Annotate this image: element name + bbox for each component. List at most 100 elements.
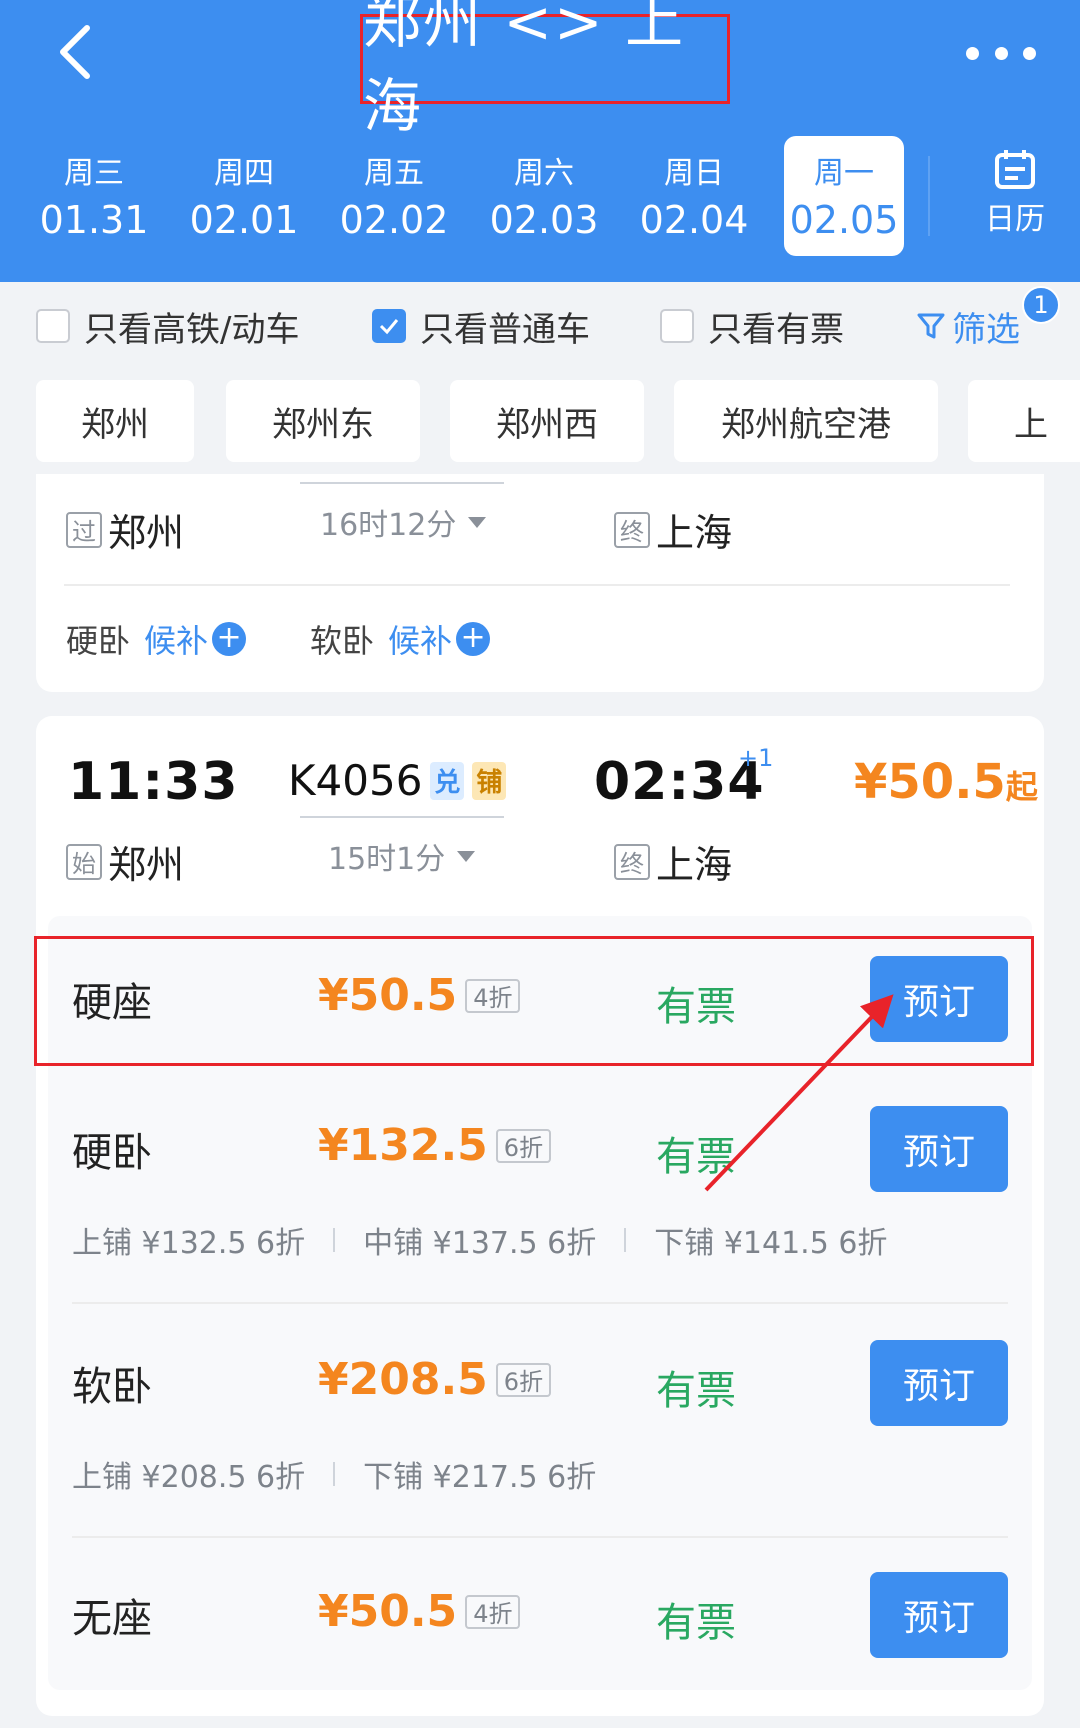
date-tab[interactable]: 周三 01.31	[34, 136, 154, 256]
seat-name: 硬卧	[72, 1130, 152, 1176]
seat-row: 无座 ¥50.5 4折 有票 预订	[48, 1572, 1032, 1672]
train-number[interactable]: K4056 兑 铺	[288, 756, 507, 805]
divider	[624, 1228, 627, 1252]
to-station: 终 上海	[614, 502, 732, 557]
station-chip[interactable]: 郑州东	[226, 380, 420, 462]
back-button[interactable]	[40, 22, 110, 82]
station-chip[interactable]: 郑州西	[450, 380, 644, 462]
from-station-name: 郑州	[108, 511, 185, 555]
seat-price: ¥132.5 6折	[318, 1120, 552, 1171]
date-weekday: 周六	[514, 156, 574, 191]
checkbox-label: 只看高铁/动车	[84, 309, 300, 350]
date-tab[interactable]: 周日 02.04	[634, 136, 754, 256]
seat-price-value: ¥208.5	[318, 1354, 488, 1405]
calendar-label: 日历	[985, 202, 1045, 237]
filter-icon	[917, 313, 945, 339]
waitlist-link[interactable]: 候补	[388, 616, 452, 662]
to-station-name: 上海	[656, 843, 733, 887]
divider	[333, 1228, 336, 1252]
filter-count-badge: 1	[1022, 286, 1060, 324]
from-station: 始 郑州	[66, 834, 184, 889]
berth-prices: 上铺 ¥132.5 6折 中铺 ¥137.5 6折 下铺 ¥141.5 6折	[72, 1218, 887, 1262]
date-value: 02.04	[639, 198, 749, 242]
price-suffix: 起	[1005, 768, 1038, 806]
berth-tag: 铺	[472, 761, 507, 800]
date-value: 01.31	[39, 198, 149, 242]
dot-icon	[1023, 46, 1036, 60]
filter-label: 筛选	[952, 309, 1020, 350]
plus-circle-icon[interactable]: +	[456, 622, 491, 656]
book-button[interactable]: 预订	[870, 1572, 1008, 1658]
date-tab[interactable]: 周六 02.03	[484, 136, 604, 256]
date-weekday: 周四	[214, 156, 274, 191]
train-card[interactable]: 过 郑州 16时12分 终 上海 硬卧 候补 + 软卧 候补 +	[36, 474, 1044, 692]
lowest-price: ¥50.5起	[854, 754, 1038, 810]
date-tab-selected[interactable]: 周一 02.05	[784, 136, 904, 256]
discount-tag: 6折	[495, 1128, 552, 1163]
waitlist-link[interactable]: 候补	[144, 616, 208, 662]
book-button[interactable]: 预订	[870, 1340, 1008, 1426]
discount-tag: 4折	[465, 1594, 521, 1629]
waitlist-item: 软卧 候补 +	[310, 616, 491, 662]
ticket-status: 有票	[656, 1368, 736, 1414]
checkbox-checked-icon	[372, 309, 406, 343]
route-title: 郑州 <> 上海	[360, 0, 730, 140]
date-tab[interactable]: 周四 02.01	[184, 136, 304, 256]
origin-tag: 始	[66, 843, 102, 880]
seat-price-value: ¥132.5	[318, 1120, 488, 1171]
station-chips: 郑州 郑州东 郑州西 郑州航空港 上	[0, 380, 1080, 462]
route-line	[300, 816, 504, 818]
date-weekday: 周五	[364, 156, 424, 191]
pass-tag: 过	[66, 511, 102, 548]
highlight-box	[34, 936, 1034, 1066]
seat-type: 软卧	[310, 622, 375, 660]
caret-down-icon	[468, 516, 487, 528]
seat-name: 软卧	[72, 1364, 152, 1410]
seat-price: ¥50.5 4折	[318, 1586, 521, 1637]
berth-price: 中铺 ¥137.5 6折	[363, 1226, 597, 1261]
book-button[interactable]: 预订	[870, 1106, 1008, 1192]
from-station: 过 郑州	[66, 502, 184, 557]
station-chip[interactable]: 郑州航空港	[674, 380, 938, 462]
seat-price-value: ¥50.5	[318, 1586, 458, 1637]
date-value: 02.03	[489, 198, 599, 242]
duration[interactable]: 16时12分	[320, 500, 487, 544]
to-station: 终 上海	[614, 834, 732, 889]
filter-bar: 只看高铁/动车 只看普通车 只看有票 筛选	[0, 282, 1080, 366]
filter-button[interactable]: 筛选	[916, 304, 1020, 350]
date-weekday: 周日	[664, 156, 724, 191]
date-weekday: 周一	[814, 156, 874, 191]
calendar-icon	[995, 150, 1035, 189]
exchange-tag: 兑	[430, 761, 465, 800]
date-value: 02.05	[789, 198, 899, 242]
ticket-status: 有票	[656, 1134, 736, 1180]
checkbox-label: 只看普通车	[420, 309, 590, 350]
berth-price: 下铺 ¥141.5 6折	[654, 1226, 888, 1261]
station-chip[interactable]: 上	[968, 380, 1080, 462]
from-station-name: 郑州	[108, 843, 185, 887]
station-chip[interactable]: 郑州	[36, 380, 194, 462]
divider	[928, 156, 930, 236]
available-only-checkbox[interactable]: 只看有票	[660, 304, 844, 350]
normal-train-checkbox[interactable]: 只看普通车	[372, 304, 590, 350]
seat-row: 软卧 ¥208.5 6折 有票 预订 上铺 ¥208.5 6折 下铺 ¥217.…	[48, 1340, 1032, 1510]
seat-row: 硬卧 ¥132.5 6折 有票 预订 上铺 ¥132.5 6折 中铺 ¥137.…	[48, 1106, 1032, 1276]
calendar-button[interactable]: 日历	[970, 148, 1060, 248]
depart-time: 11:33	[68, 752, 239, 812]
route-line	[300, 482, 504, 484]
date-tab[interactable]: 周五 02.02	[334, 136, 454, 256]
divider	[72, 1302, 1008, 1304]
seat-price: ¥208.5 6折	[318, 1354, 552, 1405]
high-speed-checkbox[interactable]: 只看高铁/动车	[36, 304, 300, 350]
date-selector: 周三 01.31 周四 02.01 周五 02.02 周六 02.03 周日 0…	[0, 136, 1080, 256]
terminal-tag: 终	[614, 511, 650, 548]
plus-circle-icon[interactable]: +	[212, 622, 247, 656]
more-options-button[interactable]	[966, 36, 1036, 70]
duration[interactable]: 15时1分	[328, 834, 476, 878]
top-header: 郑州 <> 上海 周三 01.31 周四 02.01 周五 02.02 周六 0…	[0, 0, 1080, 282]
checkbox-icon	[36, 309, 70, 343]
terminal-tag: 终	[614, 843, 650, 880]
divider	[72, 1536, 1008, 1538]
to-station-name: 上海	[656, 511, 733, 555]
waitlist-item: 硬卧 候补 +	[66, 616, 247, 662]
